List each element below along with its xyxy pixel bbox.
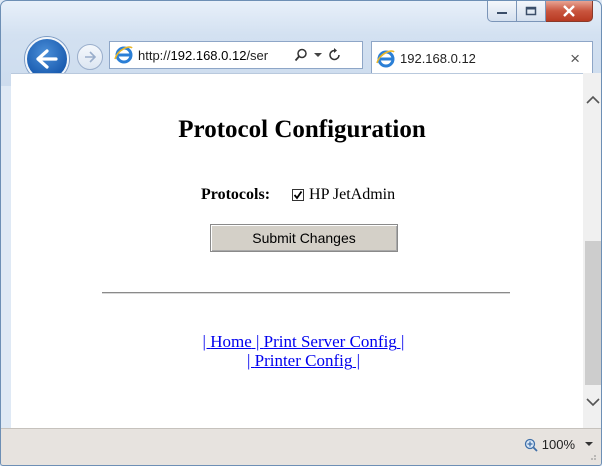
tab-title: 192.168.0.12 xyxy=(400,51,476,66)
scrollbar-thumb[interactable] xyxy=(585,241,601,385)
minimize-icon xyxy=(497,12,507,14)
dropdown-arrow-icon[interactable] xyxy=(314,52,322,58)
zoom-icon xyxy=(524,438,538,452)
forward-button[interactable] xyxy=(77,44,103,70)
submit-changes-button[interactable]: Submit Changes xyxy=(210,224,398,252)
chevron-up-icon xyxy=(585,95,600,104)
hp-jetadmin-label[interactable]: HP JetAdmin xyxy=(309,186,395,204)
browser-window: http://192.168.0.12/ser 192.168.0.12 × P… xyxy=(0,0,602,466)
scroll-up-button[interactable] xyxy=(583,89,602,109)
browser-tab[interactable]: 192.168.0.12 × xyxy=(371,41,593,75)
maximize-icon xyxy=(525,6,537,16)
forward-arrow-icon xyxy=(85,51,97,63)
scroll-down-button[interactable] xyxy=(583,392,602,412)
home-link[interactable]: | Home | Print Server Config | xyxy=(203,332,405,351)
address-tools xyxy=(294,48,342,62)
tab-ie-logo-icon xyxy=(376,49,395,67)
zoom-control[interactable]: 100% xyxy=(524,437,575,452)
window-controls xyxy=(487,1,593,22)
chevron-down-icon xyxy=(585,397,600,406)
minimize-button[interactable] xyxy=(487,1,517,22)
close-icon xyxy=(563,5,575,17)
address-bar[interactable]: http://192.168.0.12/ser xyxy=(109,41,363,69)
tab-close-button[interactable]: × xyxy=(570,49,580,69)
refresh-icon[interactable] xyxy=(328,48,342,62)
back-arrow-icon xyxy=(36,49,58,69)
nav-links: | Home | Print Server Config | | Printer… xyxy=(11,332,596,370)
maximize-button[interactable] xyxy=(517,1,546,22)
close-window-button[interactable] xyxy=(546,1,593,22)
status-bar: 100% xyxy=(1,428,601,465)
search-icon[interactable] xyxy=(294,48,308,62)
ie-logo-icon xyxy=(114,46,133,64)
page-title: Protocol Configuration xyxy=(178,116,426,143)
printer-config-link[interactable]: | Printer Config | xyxy=(247,351,360,370)
protocols-label: Protocols: xyxy=(201,186,271,203)
checkmark-icon xyxy=(293,190,303,200)
vertical-scrollbar[interactable] xyxy=(583,73,602,428)
hp-jetadmin-checkbox[interactable] xyxy=(292,189,305,201)
zoom-level: 100% xyxy=(541,437,575,452)
resize-grip-icon[interactable] xyxy=(589,453,597,461)
url-text[interactable]: http://192.168.0.12/ser xyxy=(138,48,288,63)
page-content: Protocol Configuration Protocols: HP Jet… xyxy=(11,73,583,429)
divider xyxy=(102,292,510,294)
protocols-row: Protocols: HP JetAdmin xyxy=(201,186,395,204)
zoom-dropdown-icon[interactable] xyxy=(585,441,593,447)
